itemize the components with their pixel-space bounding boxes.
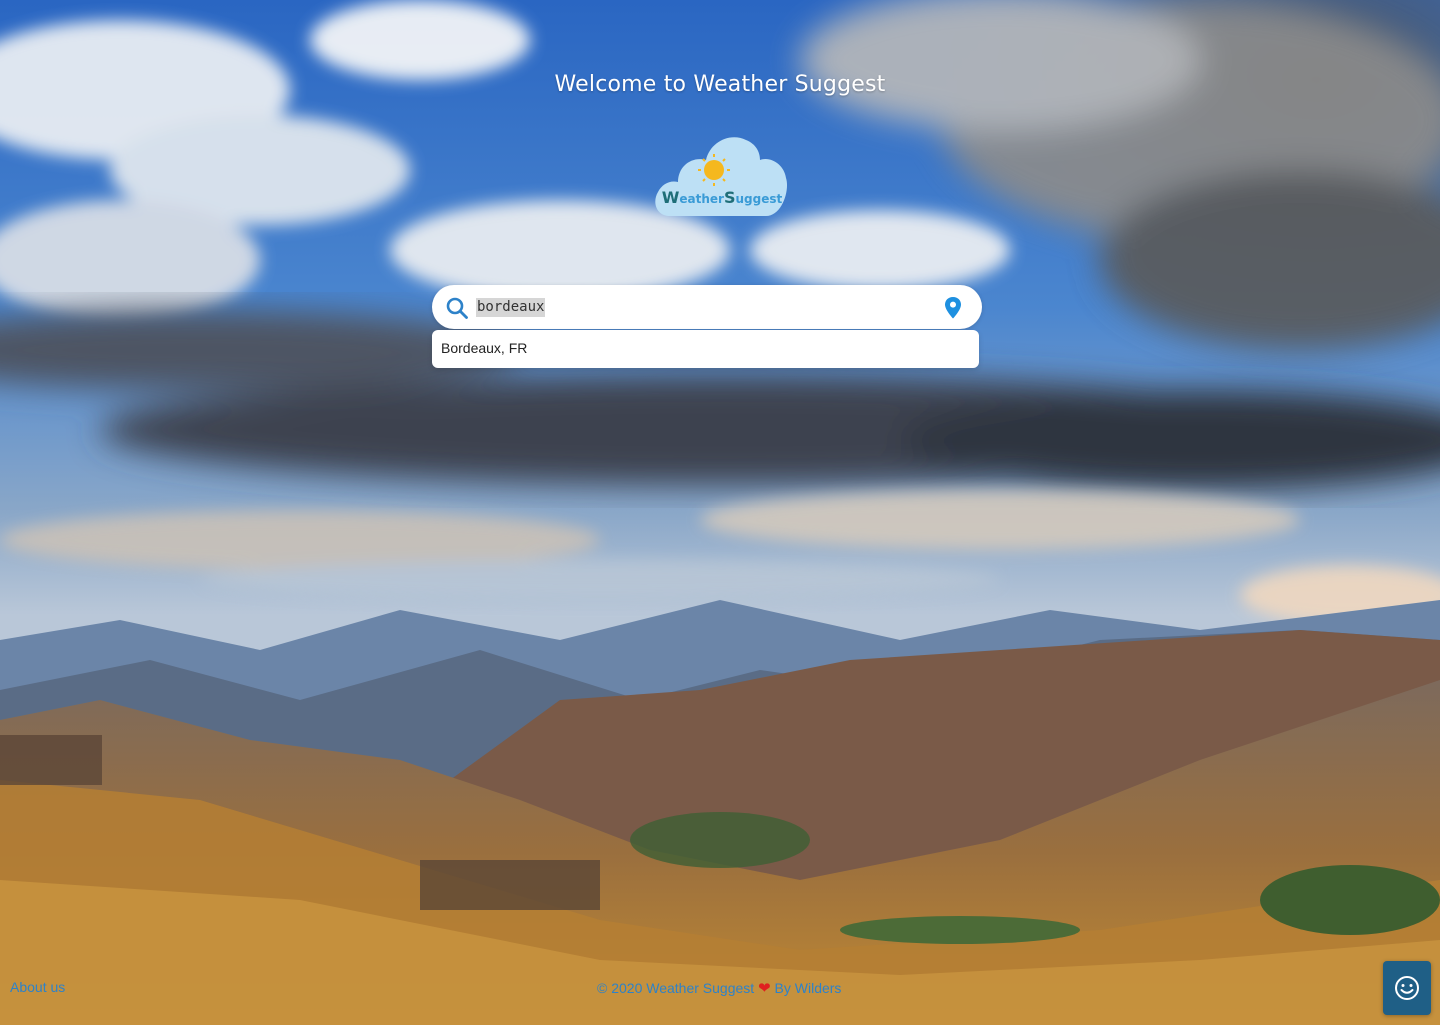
smiley-icon: [1395, 976, 1419, 1000]
search-input[interactable]: bordeaux: [476, 298, 546, 317]
footer-copyright: © 2020 Weather Suggest ❤ By Wilders: [597, 979, 841, 997]
author-text: By Wilders: [770, 980, 842, 996]
search-icon[interactable]: [445, 296, 469, 320]
suggestions-dropdown: Bordeaux, FR: [432, 330, 979, 368]
logo-text-eather: eather: [679, 192, 724, 206]
logo-text-uggest: uggest: [735, 192, 783, 206]
logo-letter-w: W: [661, 188, 680, 207]
about-us-link[interactable]: About us: [10, 979, 65, 995]
logo-wordmark: WeatherSuggest: [660, 188, 784, 207]
page-title: Welcome to Weather Suggest: [554, 72, 886, 97]
suggestion-item[interactable]: Bordeaux, FR: [432, 330, 979, 368]
chat-widget-button[interactable]: [1383, 961, 1431, 1015]
heart-icon: ❤: [758, 980, 771, 997]
copyright-text: © 2020 Weather Suggest: [597, 980, 755, 996]
weather-suggest-logo: WeatherSuggest: [652, 132, 788, 218]
search-bar[interactable]: bordeaux: [432, 285, 982, 329]
logo-letter-s: S: [723, 188, 736, 207]
map-pin-icon[interactable]: [942, 296, 964, 320]
